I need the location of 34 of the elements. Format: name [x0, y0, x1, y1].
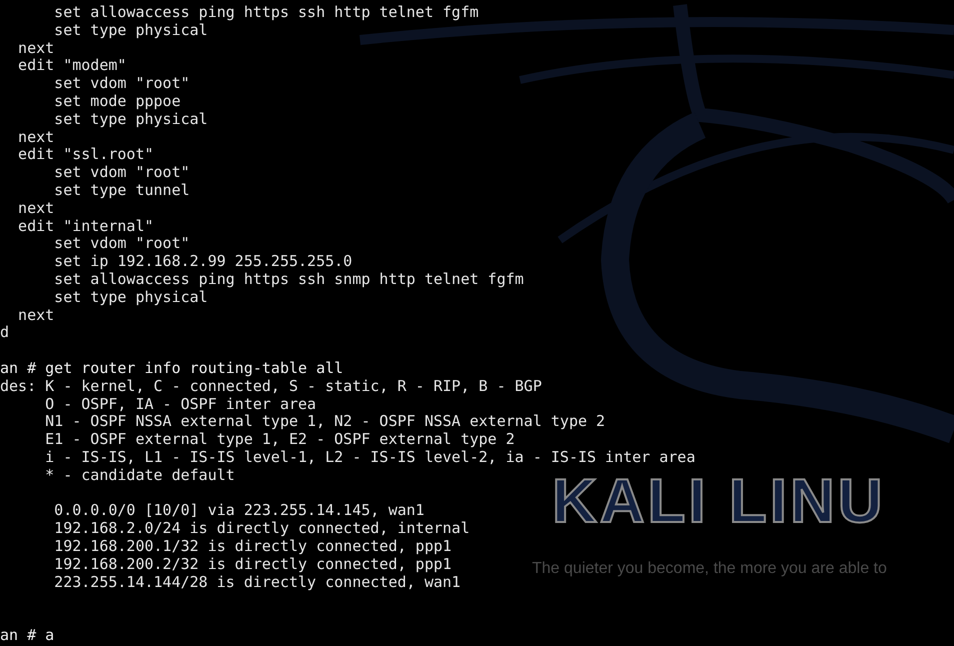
- terminal-output-line: next: [17, 128, 54, 146]
- terminal-output-line: d: [0, 323, 10, 342]
- terminal-output-line: next: [17, 306, 54, 324]
- terminal-output-line: set mode pppoe: [53, 92, 181, 110]
- terminal-output-line: set type physical: [53, 288, 208, 306]
- terminal-output-line: set vdom "root": [53, 163, 190, 182]
- terminal-output-line: next: [17, 38, 54, 57]
- terminal-output-line: 192.168.2.0/24 is directly connected, internal: [53, 519, 470, 538]
- terminal-output-line: 0.0.0.0/0 [10/0] via 223.255.14.145, wan1: [53, 501, 424, 520]
- terminal-output-line: set vdom "root": [53, 234, 190, 252]
- terminal-output-line: edit "modem": [17, 56, 126, 74]
- terminal-output-line: set allowaccess ping https ssh snmp http telnet fgfm: [53, 270, 524, 288]
- terminal-output-line: E1 - OSPF external type 1, E2 - OSPF external type 2: [44, 430, 515, 448]
- terminal-output-line: 192.168.200.2/32 is directly connected, ppp1: [53, 554, 452, 573]
- terminal-output-line: 192.168.200.1/32 is directly connected, ppp1: [53, 536, 452, 555]
- terminal-output-line: O - OSPF, IA - OSPF inter area: [44, 394, 316, 413]
- terminal-output-line: des: K - kernel, C - connected, S - static, R - RIP, B - BGP: [0, 376, 542, 395]
- terminal-output-line: set type physical: [53, 110, 208, 128]
- kali-linux-logo: KALI LINU: [552, 476, 886, 529]
- terminal-output-line: set allowaccess ping https ssh http telnet fgfm: [53, 3, 479, 21]
- terminal-output-line: edit "internal": [17, 216, 154, 235]
- terminal-output-line: i - IS-IS, L1 - IS-IS level-1, L2 - IS-IS level-2, ia - IS-IS inter area: [44, 448, 696, 466]
- terminal-output-line: set ip 192.168.2.99 255.255.255.0: [53, 252, 352, 270]
- terminal-output-line: set vdom "root": [53, 74, 190, 92]
- terminal-output-line: N1 - OSPF NSSA external type 1, N2 - OSPF NSSA external type 2: [44, 412, 606, 430]
- command-prompt-line: an # a: [0, 626, 54, 644]
- terminal-output-line: * - candidate default: [44, 466, 235, 484]
- terminal-output-line: next: [17, 198, 54, 217]
- terminal-output-line: 223.255.14.144/28 is directly connected, wan1: [53, 572, 461, 590]
- terminal-output-line: edit "ssl.root": [17, 145, 154, 164]
- command-prompt-line: an # get router info routing-table all: [0, 358, 344, 377]
- terminal-output-line: set type tunnel: [53, 180, 190, 199]
- terminal-output-line: set type physical: [53, 20, 208, 39]
- wallpaper-tagline: The quieter you become, the more you are able to: [532, 559, 887, 578]
